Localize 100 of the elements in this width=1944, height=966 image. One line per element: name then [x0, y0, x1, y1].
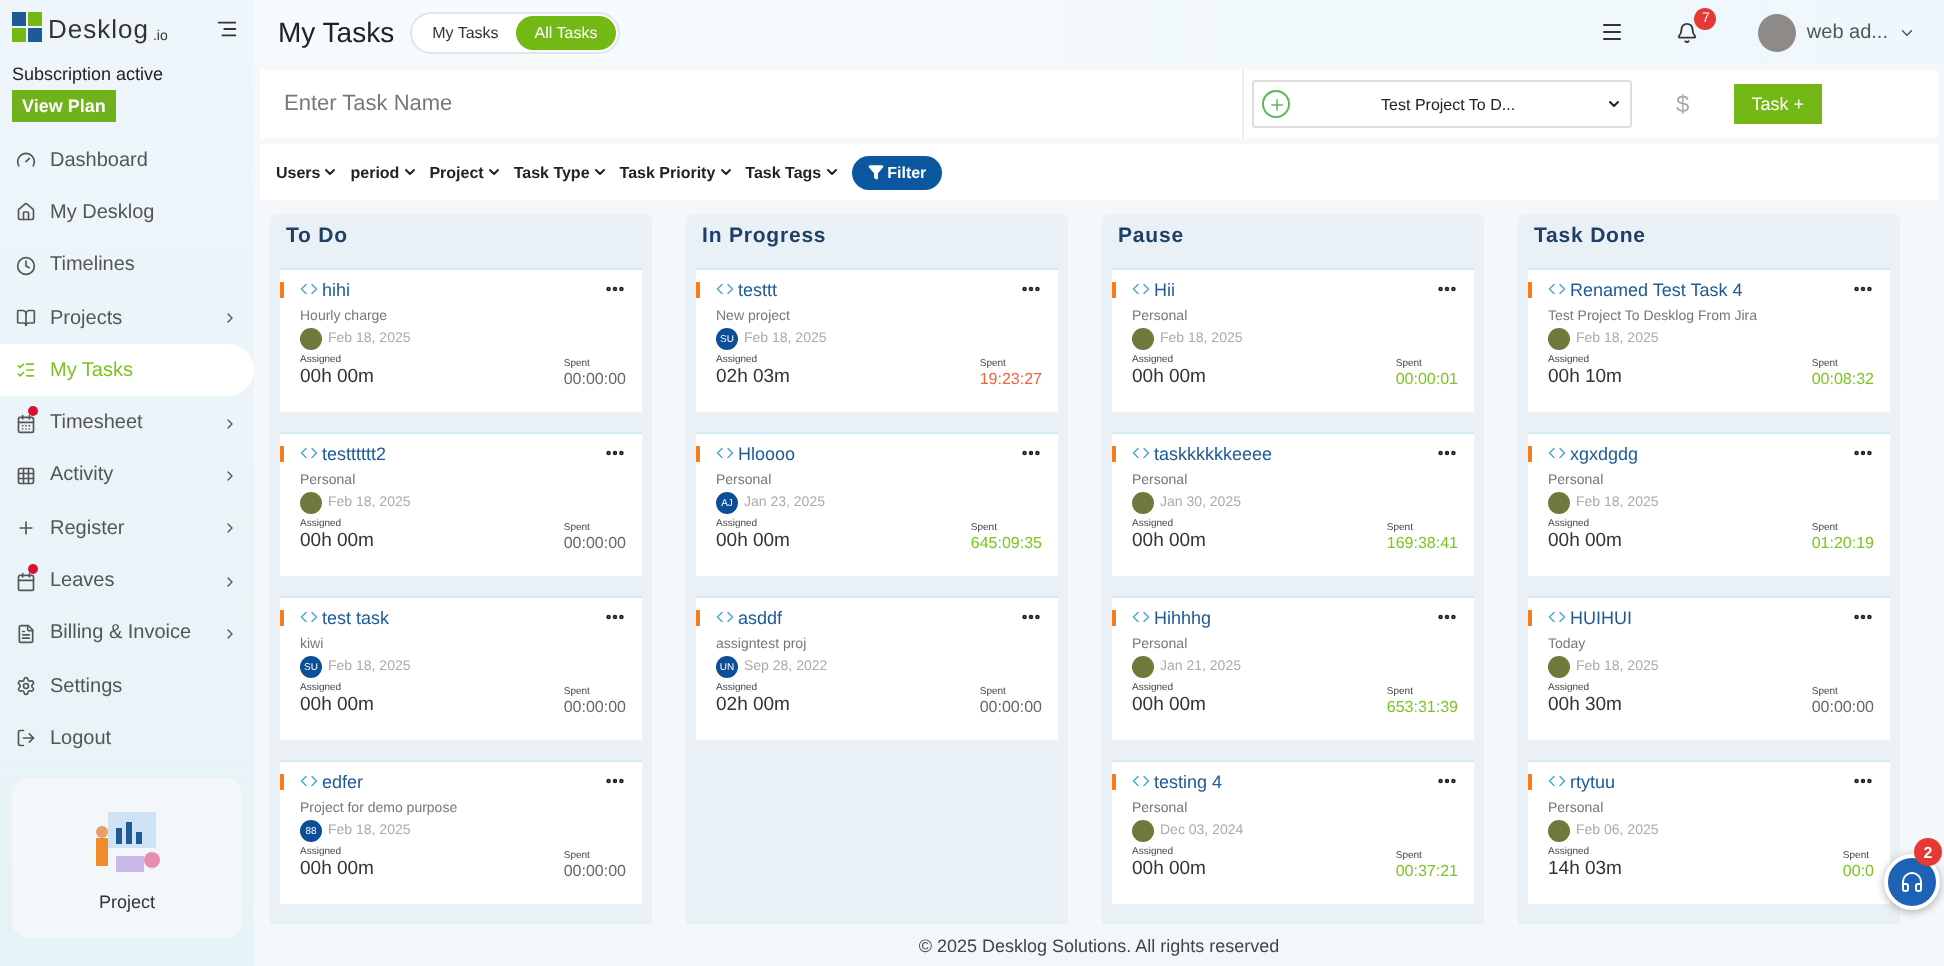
- sidebar-item[interactable]: Settings: [0, 659, 254, 713]
- filter-dropdown[interactable]: period: [350, 163, 418, 181]
- filter-dropdown[interactable]: Users: [276, 163, 339, 181]
- sidebar-item[interactable]: Billing & Invoice: [0, 607, 254, 660]
- code-icon: [1548, 444, 1566, 462]
- scope-tab[interactable]: My Tasks: [414, 15, 517, 49]
- sidebar-item[interactable]: Projects: [0, 291, 254, 345]
- code-icon: [716, 608, 734, 626]
- task-title[interactable]: hihi: [322, 279, 600, 299]
- assigned-time: 00h 00m: [1132, 858, 1206, 880]
- assigned-time: 00h 00m: [716, 530, 790, 552]
- code-icon: [300, 608, 318, 626]
- assigned-time: 00h 10m: [1548, 366, 1622, 388]
- spent-time: 00:00:00: [563, 370, 626, 388]
- user-avatar: [1132, 492, 1154, 514]
- list-icon: [16, 360, 36, 381]
- promo-card[interactable]: Project: [12, 777, 242, 938]
- task-title[interactable]: testttttt2: [322, 443, 600, 463]
- task-title[interactable]: test task: [322, 607, 600, 627]
- caret-icon: [591, 164, 608, 180]
- assigned-time: 00h 00m: [1132, 694, 1206, 716]
- task-title[interactable]: asddf: [738, 607, 1016, 627]
- sidebar-item[interactable]: Dashboard: [0, 134, 254, 187]
- task-title[interactable]: Renamed Test Task 4: [1570, 279, 1848, 299]
- sidebar-item[interactable]: Timesheet: [0, 396, 254, 450]
- spent-time: 169:38:41: [1386, 534, 1458, 552]
- priority-marker: [1112, 610, 1116, 626]
- task-title[interactable]: HUIHUI: [1570, 607, 1848, 627]
- task-title[interactable]: xgxdgdg: [1570, 443, 1848, 463]
- code-icon: [300, 444, 318, 462]
- spent-time: 00:00:00: [563, 534, 626, 552]
- user-avatar: [1132, 656, 1154, 678]
- project-select[interactable]: Test Project To D...: [1252, 80, 1633, 128]
- filter-dropdown[interactable]: Task Type: [513, 163, 608, 181]
- assigned-time: 00h 00m: [300, 530, 374, 552]
- sidebar-item[interactable]: Logout: [0, 712, 254, 766]
- assigned-time: 02h 03m: [716, 366, 790, 388]
- code-icon: [300, 772, 318, 790]
- sidebar-item[interactable]: Leaves: [0, 554, 254, 608]
- code-icon: [1548, 608, 1566, 626]
- column-title: Pause: [1116, 222, 1186, 248]
- filter-button[interactable]: Filter: [851, 155, 943, 189]
- priority-marker: [1528, 282, 1532, 298]
- column-title: Task Done: [1532, 222, 1648, 248]
- chat-badge: 2: [1914, 838, 1942, 866]
- task-title[interactable]: testtt: [738, 279, 1016, 299]
- sidebar-item[interactable]: Timelines: [0, 239, 254, 292]
- task-title[interactable]: Hihhhg: [1154, 607, 1432, 627]
- caret-icon: [1606, 96, 1623, 112]
- code-icon: [1132, 444, 1150, 462]
- task-title[interactable]: Hii: [1154, 279, 1432, 299]
- user-avatar: [1132, 820, 1154, 842]
- priority-marker: [280, 446, 284, 462]
- caret-icon: [322, 164, 339, 180]
- priority-marker: [1528, 774, 1532, 790]
- user-avatar: [1548, 492, 1570, 514]
- code-icon: [1132, 280, 1150, 298]
- spent-time: 00:00:00: [1811, 698, 1874, 716]
- priority-marker: [696, 282, 700, 298]
- task-name-field[interactable]: Enter Task Name: [260, 70, 1245, 138]
- code-icon: [1548, 280, 1566, 298]
- code-icon: [300, 280, 318, 298]
- subscription-status: Subscription active: [12, 64, 166, 84]
- assigned-time: 00h 00m: [1548, 530, 1622, 552]
- priority-marker: [280, 610, 284, 626]
- assigned-time: 00h 00m: [300, 694, 374, 716]
- caret-icon: [485, 164, 502, 180]
- sidebar-item[interactable]: Activity: [0, 449, 254, 503]
- clock-icon: [16, 255, 36, 276]
- user-menu[interactable]: web ad...: [1746, 11, 1928, 53]
- spent-time: 01:20:19: [1811, 534, 1874, 552]
- task-title[interactable]: taskkkkkkeeee: [1154, 443, 1432, 463]
- task-title[interactable]: rtytuu: [1570, 771, 1848, 791]
- priority-marker: [1528, 610, 1532, 626]
- gear-icon: [16, 676, 36, 697]
- task-name-input[interactable]: Enter Task Name: [280, 76, 1223, 132]
- filter-dropdown[interactable]: Project: [429, 163, 502, 181]
- assigned-time: 00h 00m: [1132, 366, 1206, 388]
- task-title[interactable]: edfer: [322, 771, 600, 791]
- task-title[interactable]: Hloooo: [738, 443, 1016, 463]
- assigned-time: 00h 00m: [300, 366, 374, 388]
- sidebar-item[interactable]: My Desklog: [0, 186, 254, 240]
- priority-marker: [696, 610, 700, 626]
- priority-marker: [696, 446, 700, 462]
- logo-icon: [12, 12, 44, 44]
- spent-time: 19:23:27: [979, 370, 1042, 388]
- filter-dropdown[interactable]: Task Priority: [619, 163, 734, 181]
- task-title[interactable]: testing 4: [1154, 771, 1432, 791]
- sidebar-item[interactable]: Register: [0, 502, 254, 555]
- code-icon: [1132, 608, 1150, 626]
- plus-icon: [16, 518, 36, 539]
- assigned-time: 00h 30m: [1548, 694, 1622, 716]
- column-title: In Progress: [700, 222, 829, 248]
- user-avatar: [300, 328, 322, 350]
- code-icon: [1132, 772, 1150, 790]
- filter-dropdown[interactable]: Task Tags: [745, 163, 840, 181]
- priority-marker: [280, 282, 284, 298]
- code-icon: [716, 280, 734, 298]
- spent-time: 645:09:35: [970, 534, 1042, 552]
- priority-marker: [280, 774, 284, 790]
